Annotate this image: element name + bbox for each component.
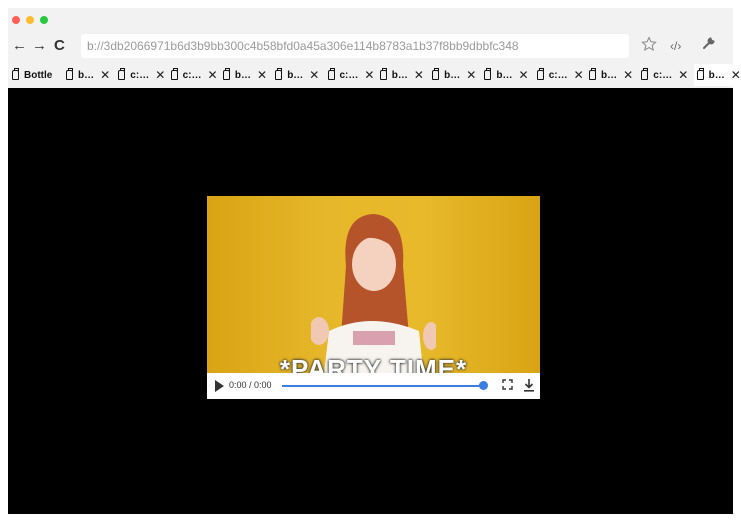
bottle-icon <box>66 68 73 80</box>
tab-6[interactable]: c:… ✕ <box>327 64 374 86</box>
video-controls: 0:00 / 0:00 <box>207 373 540 399</box>
tab-bar: + Bottleb…✕c:…✕c:…✕b…✕b…✕c:…✕b…✕b…✕b…✕c:… <box>8 64 741 86</box>
bottle-icon <box>12 68 19 80</box>
bottle-icon <box>484 68 492 80</box>
maximize-window-button[interactable] <box>40 16 48 24</box>
star-icon[interactable] <box>641 36 657 58</box>
tab-close-icon[interactable]: ✕ <box>519 68 529 82</box>
tab-label: c:… <box>339 69 359 81</box>
bottle-icon <box>696 68 704 80</box>
code-icon[interactable]: ‹/› <box>670 36 681 56</box>
tab-close-icon[interactable]: ✕ <box>731 68 741 82</box>
address-bar[interactable]: b://3db2066971b6d3b9bb300c4b58bfd0a45a30… <box>81 34 629 58</box>
tab-label: b… <box>287 69 304 81</box>
tab-2[interactable]: c:… ✕ <box>118 64 165 86</box>
tab-8[interactable]: b… ✕ <box>432 64 476 86</box>
tab-close-icon[interactable]: ✕ <box>309 68 319 82</box>
tab-close-icon[interactable]: ✕ <box>623 68 633 82</box>
tab-9[interactable]: b… ✕ <box>484 64 529 86</box>
tab-10[interactable]: c:… ✕ <box>536 64 584 86</box>
tab-label: c:… <box>653 69 673 81</box>
tab-13[interactable]: b… ✕ <box>693 64 741 86</box>
bottle-icon <box>327 68 335 80</box>
navigation-bar: ← → C b://3db2066971b6d3b9bb300c4b58bfd0… <box>8 32 733 62</box>
video-player[interactable]: *PARTY TIME* 0:00 / 0:00 <box>207 196 540 399</box>
tab-close-icon[interactable]: ✕ <box>364 68 374 82</box>
tab-label: c:… <box>548 69 568 81</box>
browser-window: ← → C b://3db2066971b6d3b9bb300c4b58bfd0… <box>8 8 741 514</box>
tab-close-icon[interactable]: ✕ <box>208 68 218 82</box>
tab-7[interactable]: b… ✕ <box>379 64 424 86</box>
bottle-icon <box>432 68 440 80</box>
bottle-icon <box>222 68 230 80</box>
progress-bar[interactable] <box>282 385 483 387</box>
tab-4[interactable]: b… ✕ <box>222 64 267 86</box>
tab-close-icon[interactable]: ✕ <box>466 68 476 82</box>
tab-close-icon[interactable]: ✕ <box>414 68 424 82</box>
bottle-icon <box>275 68 283 80</box>
tab-label: b… <box>444 69 461 81</box>
tab-close-icon[interactable]: ✕ <box>678 68 688 82</box>
close-window-button[interactable] <box>12 16 20 24</box>
tab-3[interactable]: c:… ✕ <box>170 64 218 86</box>
tab-close-icon[interactable]: ✕ <box>257 68 267 82</box>
minimize-window-button[interactable] <box>26 16 34 24</box>
tab-label: Bottle <box>24 69 53 81</box>
tab-0[interactable]: Bottle <box>12 64 52 86</box>
tab-label: b… <box>78 69 95 81</box>
tab-label: b… <box>496 69 513 81</box>
bottle-icon <box>170 68 178 80</box>
bottle-icon <box>118 68 126 80</box>
tab-close-icon[interactable]: ✕ <box>100 68 110 82</box>
tab-12[interactable]: c:… ✕ <box>641 64 688 86</box>
bottle-icon <box>641 68 649 80</box>
progress-thumb[interactable] <box>479 381 488 390</box>
tab-label: c:… <box>130 69 150 81</box>
tab-11[interactable]: b… ✕ <box>589 64 633 86</box>
tab-close-icon[interactable]: ✕ <box>574 68 584 82</box>
tab-1[interactable]: b… ✕ <box>66 64 110 86</box>
reload-button[interactable]: C <box>54 36 65 56</box>
bottle-icon <box>379 68 387 80</box>
tab-label: b… <box>391 69 408 81</box>
tab-5[interactable]: b… ✕ <box>275 64 319 86</box>
page-content: *PARTY TIME* 0:00 / 0:00 <box>8 88 733 514</box>
play-icon[interactable] <box>215 380 224 392</box>
back-button[interactable]: ← <box>12 36 27 56</box>
tab-close-icon[interactable]: ✕ <box>155 68 165 82</box>
video-time: 0:00 / 0:00 <box>229 380 272 390</box>
tab-label: b… <box>708 69 725 81</box>
wrench-icon[interactable] <box>702 36 716 56</box>
fullscreen-icon[interactable] <box>502 379 513 390</box>
bottle-icon <box>589 68 596 80</box>
bottle-icon <box>536 68 544 80</box>
tab-label: c:… <box>182 69 202 81</box>
download-icon[interactable] <box>523 378 535 392</box>
forward-button[interactable]: → <box>32 36 47 56</box>
tab-label: b… <box>601 69 618 81</box>
tab-label: b… <box>234 69 251 81</box>
